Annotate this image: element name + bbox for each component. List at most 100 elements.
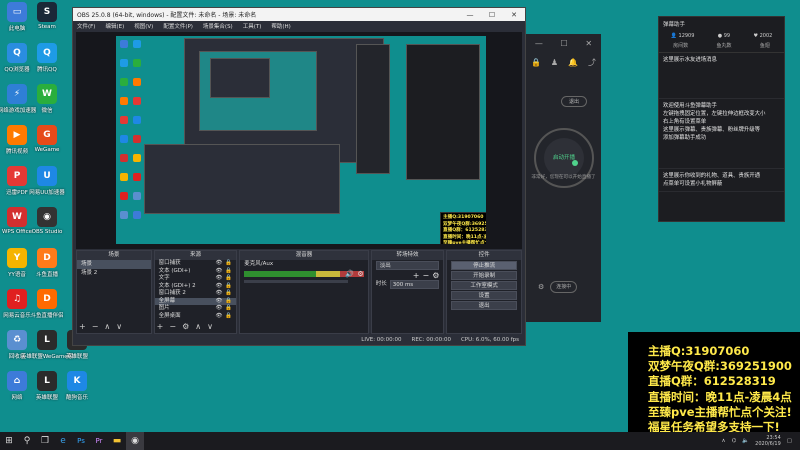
danmaku-assistant-panel[interactable]: 弹幕助手 👤 12909 ● 99 ♥ 2002 房间数 鱼丸数 鱼翅 这里展示…	[658, 16, 785, 222]
premiere-icon[interactable]: Pr	[90, 432, 108, 450]
taskview-icon[interactable]: ❐	[36, 432, 54, 450]
minimize-icon[interactable]: —	[535, 39, 543, 48]
obs-titlebar[interactable]: OBS 25.0.8 (64-bit, windows) - 配置文件: 未命名…	[73, 8, 525, 21]
close-icon[interactable]: ✕	[585, 39, 592, 48]
tab-fins[interactable]: 鱼翅	[760, 42, 770, 49]
source-item[interactable]: 图片 👁 🔒	[155, 305, 237, 313]
desktop-icon[interactable]: Y YY语音	[2, 248, 32, 278]
exit-button[interactable]: 退出	[561, 96, 587, 107]
menu-item[interactable]: 帮助(H)	[271, 22, 290, 30]
down-icon[interactable]: ∨	[116, 322, 122, 331]
scene-item[interactable]: 场景 2	[77, 269, 151, 278]
obs-preview[interactable]: 主播Q:31907060双梦午夜Q群:369251900直播Q群：6125283…	[76, 32, 522, 249]
desktop-icon[interactable]: ◉ OBS Studio	[32, 207, 62, 235]
lock-icon[interactable]: 🔒	[225, 283, 232, 290]
source-item[interactable]: 全屏桌面 👁 🔒	[155, 313, 237, 321]
lock-icon[interactable]: 🔒	[225, 260, 232, 267]
eye-icon[interactable]: 👁	[215, 313, 222, 320]
lock-icon[interactable]: 🔒	[225, 298, 232, 305]
desktop-icon[interactable]: W 微信	[32, 84, 62, 114]
obs-window[interactable]: OBS 25.0.8 (64-bit, windows) - 配置文件: 未命名…	[72, 7, 526, 346]
control-button[interactable]: 开始录制	[451, 271, 518, 280]
remove-icon[interactable]: −	[422, 272, 429, 280]
source-item[interactable]: 全屏幕 👁 🔒	[154, 297, 237, 305]
menu-item[interactable]: 场景集合(S)	[203, 22, 233, 30]
add-icon[interactable]: +	[413, 272, 420, 280]
source-item[interactable]: 窗口捕获 👁 🔒	[155, 260, 237, 268]
add-icon[interactable]: +	[157, 322, 164, 331]
start-stream-button[interactable]: 启动开播	[544, 138, 584, 178]
maximize-icon[interactable]: ☐	[561, 39, 568, 48]
menu-item[interactable]: 配置文件(P)	[163, 22, 193, 30]
gear-icon[interactable]: ⚙	[182, 322, 189, 331]
desktop-icon[interactable]: ⚡ 网络游戏加速器	[0, 84, 36, 114]
menu-item[interactable]: 工具(T)	[243, 22, 262, 30]
lock-icon[interactable]: 🔒	[225, 275, 232, 282]
desktop-icon[interactable]: W WPS Office	[2, 207, 32, 235]
connect-status[interactable]: 连接中	[550, 281, 578, 293]
remove-icon[interactable]: −	[169, 322, 176, 331]
desktop-icon[interactable]: G WeGame	[32, 125, 62, 153]
bell-icon[interactable]: 🔔	[568, 58, 578, 67]
lock-icon[interactable]: 🔒	[225, 290, 232, 297]
desktop-icon[interactable]: Q 腾讯QQ	[32, 43, 62, 73]
edge-icon[interactable]: e	[54, 432, 72, 450]
close-icon[interactable]: ✕	[503, 11, 525, 19]
obs-icon[interactable]: ◉	[126, 432, 144, 450]
gear-icon[interactable]: ⚙	[538, 283, 544, 291]
photoshop-icon[interactable]: Ps	[72, 432, 90, 450]
volume-icon[interactable]: 🔈	[742, 438, 749, 444]
desktop-icon[interactable]: L 英雄联盟	[32, 371, 62, 401]
desktop-icon[interactable]: Q QQ浏览器	[2, 43, 32, 73]
desktop-icon[interactable]: P 迅雷PDF	[2, 166, 32, 196]
menu-item[interactable]: 视图(V)	[134, 22, 153, 30]
eye-icon[interactable]: 👁	[215, 260, 222, 267]
tab-rooms[interactable]: 房间数	[673, 42, 688, 49]
transition-select[interactable]: 淡出	[375, 261, 440, 270]
desktop-icon[interactable]: ♫ 网易云音乐	[2, 289, 32, 319]
control-button[interactable]: 退出	[451, 301, 518, 310]
source-item[interactable]: 文本 (GDI+) 👁 🔒	[155, 268, 237, 276]
eye-icon[interactable]: 👁	[215, 283, 222, 290]
volume-slider[interactable]	[244, 280, 349, 283]
up-icon[interactable]: ∧	[104, 322, 110, 331]
minimize-icon[interactable]: —	[459, 11, 481, 19]
windows-icon[interactable]: ⊞	[0, 432, 18, 450]
gear-icon[interactable]: ⚙	[357, 270, 363, 278]
maximize-icon[interactable]: ☐	[481, 11, 503, 19]
remove-icon[interactable]: −	[92, 322, 99, 331]
chevron-up-icon[interactable]: ∧	[721, 438, 725, 444]
desktop-icon[interactable]: ▭ 此电脑	[2, 2, 32, 32]
menu-item[interactable]: 编辑(E)	[105, 22, 124, 30]
eye-icon[interactable]: 👁	[215, 268, 222, 275]
down-icon[interactable]: ∨	[207, 322, 213, 331]
stream-assistant-window[interactable]: — ☐ ✕ 🔒 ♟ 🔔 ⤴ 退出 启动开播 非常好，您现在可以开始直播了 ⚙ 连…	[526, 34, 601, 322]
source-item[interactable]: 窗口捕获 2 👁 🔒	[155, 290, 237, 298]
lock-icon[interactable]: 🔒	[225, 268, 232, 275]
add-icon[interactable]: +	[79, 322, 86, 331]
source-item[interactable]: 文字 👁 🔒	[155, 275, 237, 283]
explorer-icon[interactable]: ▬	[108, 432, 126, 450]
desktop-icon[interactable]: L 英雄联盟WeGame版	[21, 330, 73, 360]
desktop-icon[interactable]: ⌂ 网络	[2, 371, 32, 401]
lock-icon[interactable]: 🔒	[225, 305, 232, 312]
scene-item[interactable]: 场景	[77, 260, 151, 269]
control-button[interactable]: 设置	[451, 291, 518, 300]
up-icon[interactable]: ∧	[195, 322, 201, 331]
gear-icon[interactable]: ⚙	[432, 272, 439, 280]
speaker-icon[interactable]: 🔊	[345, 270, 354, 278]
eye-icon[interactable]: 👁	[215, 298, 222, 305]
duration-input[interactable]: 300 ms	[389, 280, 440, 289]
share-icon[interactable]: ⤴	[588, 57, 596, 68]
control-button[interactable]: 停止推流	[451, 261, 518, 270]
eye-icon[interactable]: 👁	[215, 275, 222, 282]
notification-icon[interactable]: ▢	[787, 438, 792, 444]
desktop-icon[interactable]: ▶ 腾讯视频	[2, 125, 32, 155]
desktop-icon[interactable]: S Steam	[32, 2, 62, 30]
desktop-icon[interactable]: K 酷狗音乐	[62, 371, 92, 401]
desktop-icon[interactable]: U 网易UU加速器	[29, 166, 65, 196]
menu-item[interactable]: 文件(F)	[77, 22, 95, 30]
control-button[interactable]: 工作室模式	[451, 281, 518, 290]
clock[interactable]: 23:54 2020/6/19	[755, 435, 781, 447]
network-icon[interactable]: ⌬	[731, 438, 736, 444]
